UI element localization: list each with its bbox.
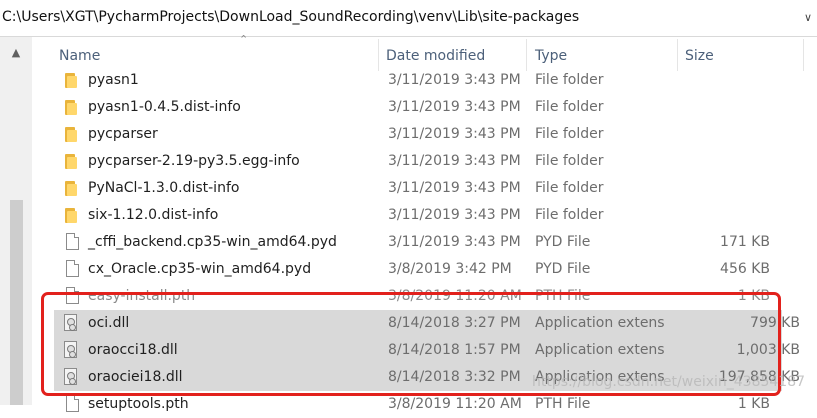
item-name: _cffi_backend.cp35-win_amd64.pyd bbox=[88, 234, 337, 250]
item-size: 171 KB bbox=[720, 234, 770, 250]
item-date: 3/11/2019 3:43 PM bbox=[388, 180, 521, 196]
folder-icon bbox=[64, 179, 80, 197]
column-divider[interactable] bbox=[803, 39, 804, 71]
list-item[interactable]: six-1.12.0.dist-info 3/11/2019 3:43 PM F… bbox=[32, 202, 792, 229]
item-size: 456 KB bbox=[720, 261, 770, 277]
item-date: 3/11/2019 3:43 PM bbox=[388, 99, 521, 115]
item-type: File folder bbox=[535, 180, 604, 196]
column-header-size[interactable]: Size bbox=[685, 48, 714, 64]
column-header-name[interactable]: Name bbox=[59, 48, 100, 64]
item-name: PyNaCl-1.3.0.dist-info bbox=[88, 180, 240, 196]
column-header-date-modified[interactable]: Date modified bbox=[386, 48, 485, 64]
item-date: 3/8/2019 3:42 PM bbox=[388, 261, 512, 277]
address-bar[interactable]: C:\Users\XGT\PycharmProjects\DownLoad_So… bbox=[0, 0, 817, 37]
item-name: pyasn1 bbox=[88, 72, 139, 88]
item-date: 3/11/2019 3:43 PM bbox=[388, 234, 521, 250]
item-date: 3/11/2019 3:43 PM bbox=[388, 126, 521, 142]
column-header: ⌃ Name Date modified Type Size bbox=[32, 33, 817, 71]
item-type: PYD File bbox=[535, 234, 591, 250]
item-date: 3/11/2019 3:43 PM bbox=[388, 153, 521, 169]
vertical-scrollbar[interactable]: ▲ bbox=[0, 37, 32, 405]
list-item[interactable]: pycparser-2.19-py3.5.egg-info 3/11/2019 … bbox=[32, 148, 792, 175]
item-type: File folder bbox=[535, 72, 604, 88]
item-name: six-1.12.0.dist-info bbox=[88, 207, 219, 223]
chevron-down-icon[interactable]: ∨ bbox=[799, 9, 817, 27]
file-icon bbox=[66, 233, 79, 250]
list-item[interactable]: pyasn1 3/11/2019 3:43 PM File folder bbox=[32, 67, 792, 94]
item-name: pyasn1-0.4.5.dist-info bbox=[88, 99, 241, 115]
item-date: 3/11/2019 3:43 PM bbox=[388, 72, 521, 88]
list-item[interactable]: cx_Oracle.cp35-win_amd64.pyd 3/8/2019 3:… bbox=[32, 256, 792, 283]
item-date: 3/8/2019 11:20 AM bbox=[388, 396, 522, 412]
scroll-up-icon[interactable]: ▲ bbox=[0, 37, 32, 69]
file-icon bbox=[66, 395, 79, 412]
item-type: PYD File bbox=[535, 261, 591, 277]
item-name: pycparser-2.19-py3.5.egg-info bbox=[88, 153, 300, 169]
item-type: PTH File bbox=[535, 396, 591, 412]
file-icon bbox=[66, 260, 79, 277]
address-path[interactable]: C:\Users\XGT\PycharmProjects\DownLoad_So… bbox=[2, 9, 579, 25]
folder-icon bbox=[64, 152, 80, 170]
folder-icon bbox=[64, 125, 80, 143]
item-name: setuptools.pth bbox=[88, 396, 189, 412]
item-type: File folder bbox=[535, 126, 604, 142]
item-type: File folder bbox=[535, 207, 604, 223]
column-header-type[interactable]: Type bbox=[535, 48, 567, 64]
item-name: pycparser bbox=[88, 126, 158, 142]
list-item[interactable]: pyasn1-0.4.5.dist-info 3/11/2019 3:43 PM… bbox=[32, 94, 792, 121]
folder-icon bbox=[64, 206, 80, 224]
sort-ascending-icon: ⌃ bbox=[239, 33, 249, 46]
list-item[interactable]: _cffi_backend.cp35-win_amd64.pyd 3/11/20… bbox=[32, 229, 792, 256]
folder-icon bbox=[64, 71, 80, 89]
list-item[interactable]: PyNaCl-1.3.0.dist-info 3/11/2019 3:43 PM… bbox=[32, 175, 792, 202]
list-item[interactable]: pycparser 3/11/2019 3:43 PM File folder bbox=[32, 121, 792, 148]
item-type: File folder bbox=[535, 99, 604, 115]
scroll-thumb[interactable] bbox=[10, 200, 23, 405]
item-size: 1 KB bbox=[737, 396, 770, 412]
folder-icon bbox=[64, 98, 80, 116]
watermark-text: https://blog.csdn.net/weixin_43854187 bbox=[532, 374, 806, 390]
item-date: 3/11/2019 3:43 PM bbox=[388, 207, 521, 223]
item-type: File folder bbox=[535, 153, 604, 169]
item-name: cx_Oracle.cp35-win_amd64.pyd bbox=[88, 261, 312, 277]
